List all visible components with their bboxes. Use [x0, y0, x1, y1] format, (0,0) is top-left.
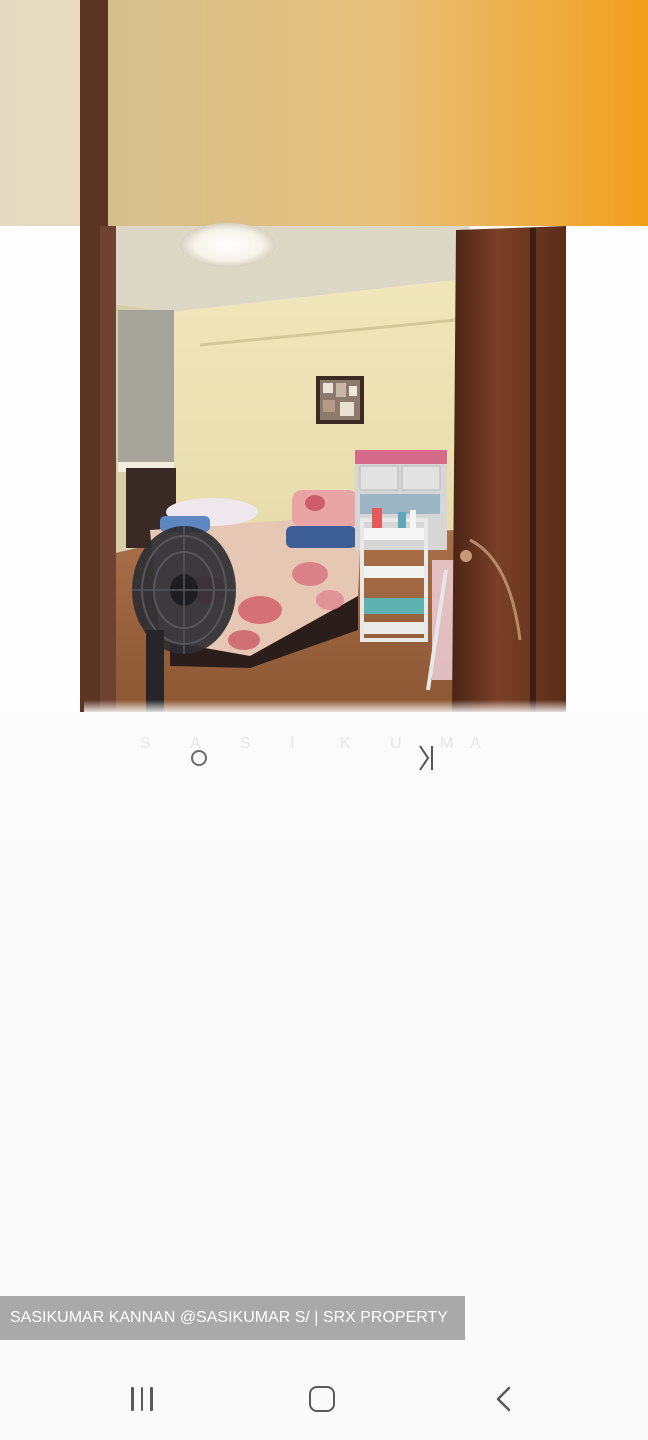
- svg-text:S: S: [140, 735, 151, 752]
- home-button[interactable]: [282, 1366, 362, 1432]
- recent-apps-icon: [131, 1387, 153, 1411]
- svg-text:A: A: [470, 735, 481, 752]
- recent-apps-button[interactable]: [102, 1366, 182, 1432]
- svg-text:I: I: [290, 735, 294, 752]
- system-navigation-bar: [0, 1358, 648, 1440]
- watermark: S A S I K U M A: [140, 735, 481, 771]
- svg-text:U: U: [390, 735, 402, 752]
- listing-photo[interactable]: S A S I K U M A: [0, 0, 648, 840]
- home-icon: [309, 1386, 335, 1412]
- back-button[interactable]: [464, 1366, 544, 1432]
- svg-text:S: S: [240, 735, 251, 752]
- photo-credit-banner: SASIKUMAR KANNAN @SASIKUMAR S/ | SRX PRO…: [0, 1296, 465, 1340]
- svg-text:K: K: [340, 735, 351, 752]
- back-icon: [496, 1386, 511, 1412]
- svg-text:A: A: [190, 735, 201, 752]
- svg-text:M: M: [440, 735, 453, 752]
